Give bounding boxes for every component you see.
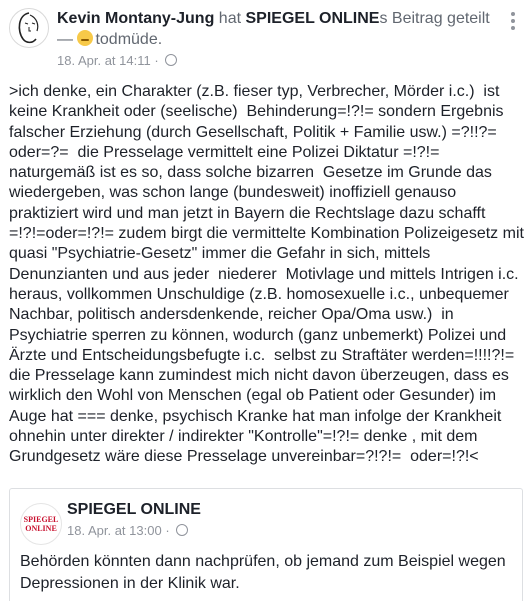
post-timestamp[interactable]: 18. Apr. at 14:11	[57, 53, 151, 68]
sleepy-face-icon	[77, 30, 94, 46]
embedded-shared-post[interactable]: SPIEGEL ONLINE SPIEGEL ONLINE 18. Apr. a…	[9, 488, 523, 601]
shared-page-link[interactable]: SPIEGEL ONLINE	[246, 10, 380, 27]
shared-post-meta: 18. Apr. at 13:00 ·	[67, 523, 189, 538]
shared-meta-separator: ·	[165, 523, 170, 538]
feeling-line: — todmüde.	[57, 30, 162, 50]
author-name[interactable]: Kevin Montany-Jung	[57, 10, 214, 27]
action-suffix: s Beitrag geteilt	[379, 10, 490, 27]
spiegel-logo[interactable]: SPIEGEL ONLINE	[20, 503, 62, 545]
logo-line-1: SPIEGEL	[23, 515, 59, 524]
shared-globe-icon[interactable]	[176, 524, 189, 536]
more-options-icon[interactable]	[504, 12, 522, 30]
shared-timestamp[interactable]: 18. Apr. at 13:00	[67, 523, 162, 538]
logo-line-2: ONLINE	[25, 524, 57, 533]
post-meta: 18. Apr. at 14:11 ·	[57, 53, 178, 69]
shared-post-text: Behörden könnten dann nachprüfen, ob jem…	[20, 553, 506, 592]
post-body-text: >ich denke, ein Charakter (z.B. fieser t…	[9, 83, 524, 466]
shared-post-card: Kevin Montany-Jung hat SPIEGEL ONLINEs B…	[0, 0, 532, 601]
action-word: hat	[218, 10, 242, 27]
shared-page-name[interactable]: SPIEGEL ONLINE	[67, 501, 201, 519]
feeling-prefix: —	[57, 31, 73, 48]
post-header: Kevin Montany-Jung hat SPIEGEL ONLINEs B…	[57, 9, 497, 29]
feeling-text: todmüde.	[95, 31, 163, 48]
meta-separator: ·	[154, 53, 159, 68]
globe-icon[interactable]	[165, 54, 178, 66]
author-avatar[interactable]	[9, 8, 49, 48]
